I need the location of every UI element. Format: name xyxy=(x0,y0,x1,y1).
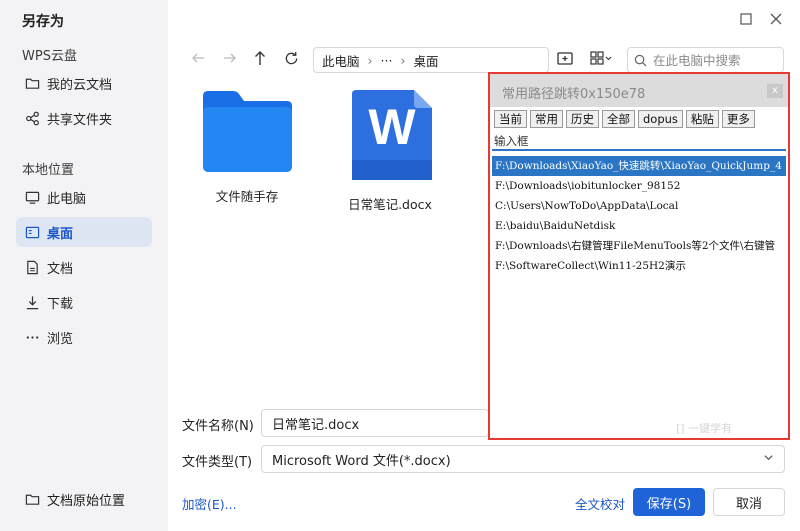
sidebar-item-original-location[interactable]: 文档原始位置 xyxy=(16,484,156,514)
list-item[interactable]: C:\Users\NowToDo\AppData\Local xyxy=(492,196,786,216)
sidebar-item-desktop[interactable]: 桌面 xyxy=(16,217,152,247)
chevron-right-icon: › xyxy=(367,52,373,68)
sidebar: 另存为 WPS云盘 我的云文档 共享文件夹 本地位置 此电脑 桌面 文档 下载 … xyxy=(0,0,168,531)
filetype-select[interactable]: Microsoft Word 文件(*.docx) xyxy=(261,445,785,473)
view-toggle-button[interactable] xyxy=(586,48,616,72)
up-button[interactable] xyxy=(248,48,272,72)
quickjump-close-button[interactable]: x xyxy=(767,84,783,98)
cloud-section-label: WPS云盘 xyxy=(22,49,77,64)
file-name: 文件随手存 xyxy=(215,189,279,204)
sidebar-item-browse[interactable]: 浏览 xyxy=(16,322,152,352)
word-icon-letter: W xyxy=(368,99,416,155)
arrow-right-icon xyxy=(223,51,237,69)
quickjump-current-button[interactable]: 当前 xyxy=(494,110,527,128)
quickjump-button-bar: 当前 常用 历史 全部 dopus 粘贴 更多 xyxy=(494,110,755,128)
sidebar-item-documents[interactable]: 文档 xyxy=(16,252,152,282)
list-item[interactable]: F:\SoftwareCollect\Win11-25H2演示 xyxy=(492,256,786,276)
quickjump-paste-button[interactable]: 粘贴 xyxy=(685,110,719,128)
sidebar-item-label: 文档 xyxy=(47,261,74,277)
search-icon xyxy=(634,54,647,67)
maximize-icon xyxy=(740,13,752,29)
share-icon xyxy=(24,110,40,126)
file-name: 日常笔记.docx xyxy=(348,197,432,212)
filename-field[interactable] xyxy=(261,409,489,437)
address-bar[interactable]: 此电脑 › ··· › 桌面 xyxy=(313,47,549,73)
document-icon xyxy=(24,259,40,275)
dialog-title: 另存为 xyxy=(22,14,64,30)
sidebar-item-label: 此电脑 xyxy=(47,191,87,207)
filetype-value: Microsoft Word 文件(*.docx) xyxy=(272,453,451,469)
sidebar-item-label: 共享文件夹 xyxy=(47,112,113,128)
proofread-link[interactable]: 全文校对 xyxy=(575,494,625,513)
list-item[interactable]: F:\Downloads\右键管理FileMenuTools等2个文件\右键管 xyxy=(492,236,786,256)
filename-label: 文件名称(N) xyxy=(182,419,254,434)
file-item[interactable]: 文件随手存 xyxy=(187,88,307,205)
list-item[interactable]: E:\baidu\BaiduNetdisk xyxy=(492,216,786,236)
folder-icon xyxy=(24,491,40,507)
breadcrumb-current[interactable]: 桌面 xyxy=(413,51,438,70)
local-section-label: 本地位置 xyxy=(22,163,75,178)
word-document-icon: W xyxy=(342,88,438,182)
filetype-label: 文件类型(T) xyxy=(182,455,253,470)
list-item[interactable]: F:\Downloads\XiaoYao_快速跳转\XiaoYao_QuickJ… xyxy=(492,156,786,176)
back-button[interactable] xyxy=(186,48,210,72)
sidebar-item-my-cloud-docs[interactable]: 我的云文档 xyxy=(16,68,152,98)
more-icon xyxy=(24,329,40,345)
quickjump-dopus-button[interactable]: dopus xyxy=(638,110,683,128)
breadcrumb-root[interactable]: 此电脑 xyxy=(322,51,360,70)
refresh-button[interactable] xyxy=(279,48,303,72)
quickjump-panel: 常用路径跳转0x150e78 x 当前 常用 历史 全部 dopus 粘贴 更多… xyxy=(488,72,790,440)
grid-view-icon xyxy=(590,51,612,69)
folder-icon xyxy=(199,88,295,178)
cancel-button[interactable]: 取消 xyxy=(713,488,785,516)
chevron-right-icon: › xyxy=(400,52,406,68)
arrow-left-icon xyxy=(191,51,205,69)
quickjump-input[interactable] xyxy=(492,132,786,151)
breadcrumb-ellipsis[interactable]: ··· xyxy=(381,53,393,68)
sidebar-item-shared-folder[interactable]: 共享文件夹 xyxy=(16,103,152,133)
sidebar-item-label: 文档原始位置 xyxy=(47,493,126,509)
sidebar-item-label: 浏览 xyxy=(47,331,74,347)
sidebar-item-label: 我的云文档 xyxy=(47,77,113,93)
chevron-down-icon xyxy=(763,452,774,467)
arrow-up-icon xyxy=(253,50,267,70)
new-folder-button[interactable] xyxy=(553,48,577,72)
list-item[interactable]: F:\Downloads\iobitunlocker_98152 xyxy=(492,176,786,196)
download-icon xyxy=(24,294,40,310)
monitor-icon xyxy=(24,189,40,205)
file-item[interactable]: W 日常笔记.docx xyxy=(330,88,450,213)
refresh-icon xyxy=(284,51,299,70)
quickjump-history-button[interactable]: 历史 xyxy=(566,110,599,128)
filename-input[interactable] xyxy=(272,415,488,431)
close-button[interactable] xyxy=(767,12,785,30)
folder-icon xyxy=(24,75,40,91)
new-folder-icon xyxy=(557,51,573,70)
search-box[interactable] xyxy=(627,47,784,73)
quickjump-all-button[interactable]: 全部 xyxy=(602,110,635,128)
quickjump-faded-hint: [] 一键学有 xyxy=(676,422,733,435)
search-input[interactable] xyxy=(653,52,773,68)
forward-button[interactable] xyxy=(218,48,242,72)
save-button[interactable]: 保存(S) xyxy=(633,488,705,516)
quickjump-more-button[interactable]: 更多 xyxy=(721,110,755,128)
quickjump-path-list: F:\Downloads\XiaoYao_快速跳转\XiaoYao_QuickJ… xyxy=(492,156,786,276)
quickjump-common-button[interactable]: 常用 xyxy=(530,110,563,128)
sidebar-item-label: 桌面 xyxy=(47,226,74,242)
encrypt-link[interactable]: 加密(E)... xyxy=(182,494,237,513)
sidebar-item-downloads[interactable]: 下载 xyxy=(16,287,152,317)
sidebar-item-this-pc[interactable]: 此电脑 xyxy=(16,182,152,212)
close-icon xyxy=(770,13,782,29)
quickjump-title[interactable]: 常用路径跳转0x150e78 xyxy=(490,74,788,107)
sidebar-item-label: 下载 xyxy=(47,296,74,312)
maximize-button[interactable] xyxy=(737,12,755,30)
desktop-icon xyxy=(24,224,40,240)
